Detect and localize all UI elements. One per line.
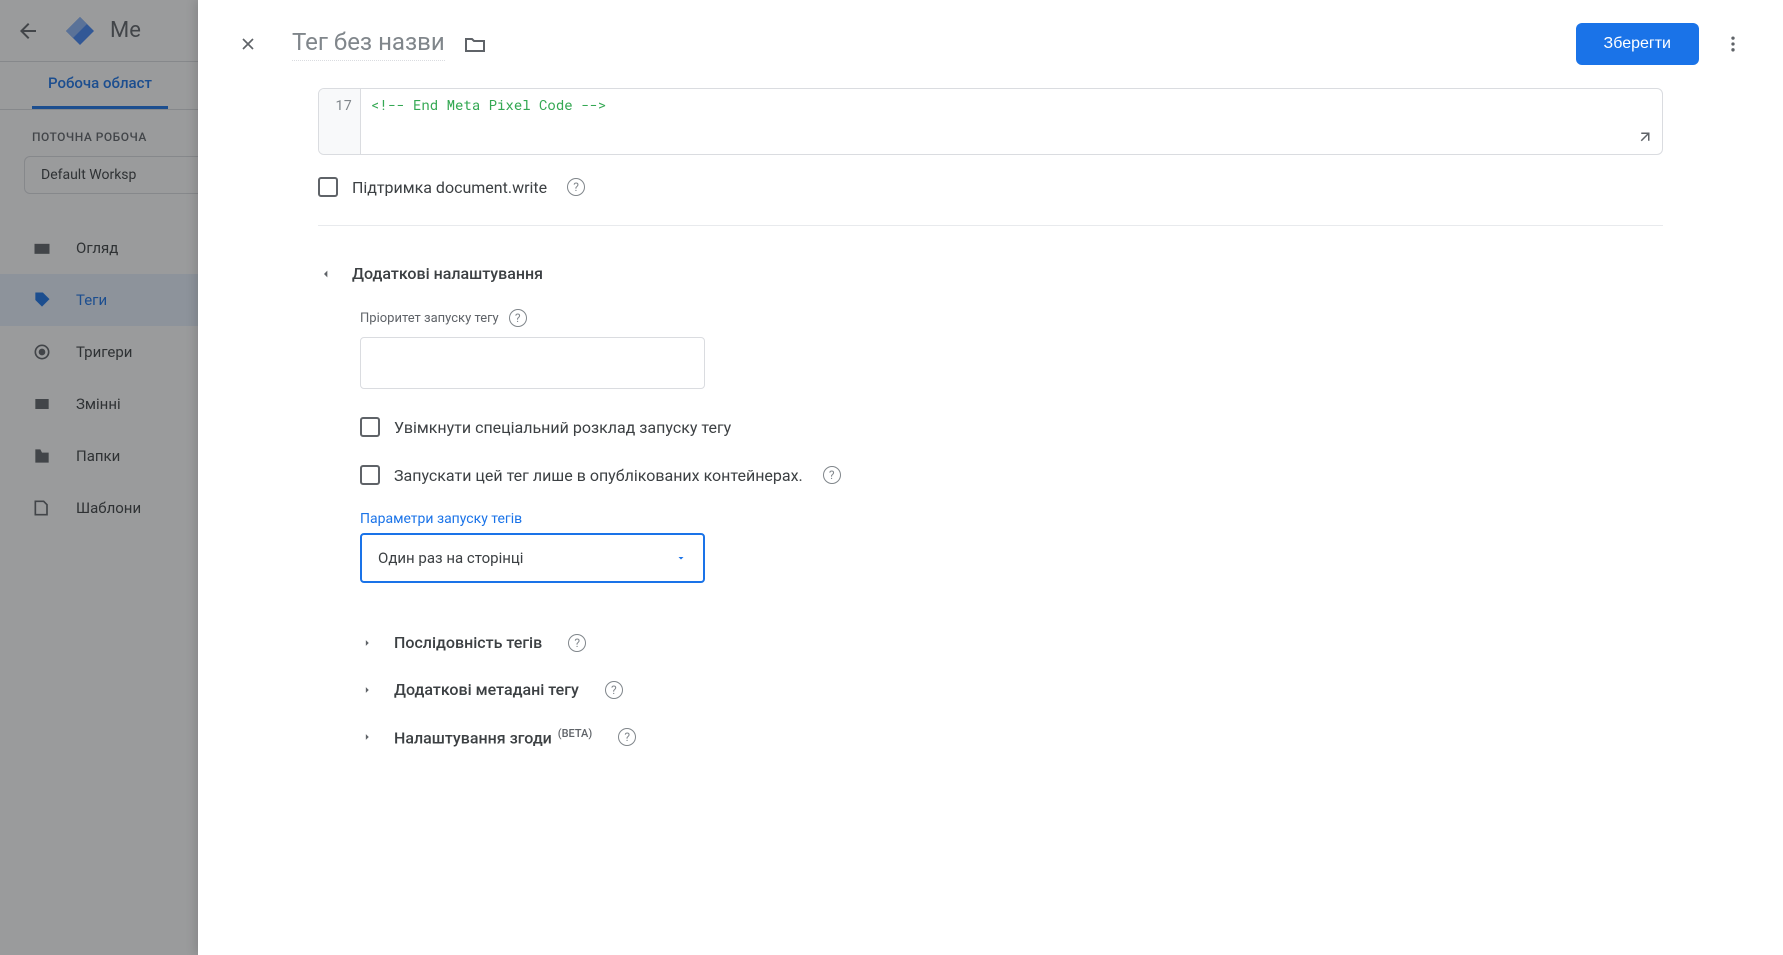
tag-sequencing-label: Послідовність тегів (394, 633, 542, 652)
chevron-right-icon (360, 683, 374, 697)
chevron-right-icon (360, 636, 374, 650)
firing-option-select[interactable]: Один раз на сторінці (360, 533, 705, 583)
additional-settings-toggle[interactable]: Додаткові налаштування (318, 254, 1663, 293)
save-button[interactable]: Зберегти (1576, 23, 1699, 65)
help-icon[interactable]: ? (568, 634, 586, 652)
firing-option-value: Один раз на сторінці (378, 549, 523, 567)
folder-button[interactable] (463, 32, 487, 56)
help-icon[interactable]: ? (509, 309, 527, 327)
line-number: 17 (319, 89, 361, 120)
tag-title-input[interactable]: Тег без назви (292, 28, 445, 61)
support-document-write-label: Підтримка document.write (352, 178, 547, 197)
dropdown-arrow-icon (675, 552, 687, 564)
help-icon[interactable]: ? (567, 178, 585, 196)
enable-schedule-checkbox[interactable] (360, 417, 380, 437)
chevron-right-icon (360, 730, 374, 744)
close-button[interactable] (228, 24, 268, 64)
folder-icon (463, 32, 487, 56)
consent-settings-toggle[interactable]: Налаштування згоди (BETA) ? (318, 713, 1663, 761)
priority-input[interactable] (360, 337, 705, 389)
chevron-down-icon (318, 266, 334, 282)
beta-badge: (BETA) (558, 727, 592, 740)
published-only-checkbox[interactable] (360, 465, 380, 485)
divider (318, 225, 1663, 226)
help-icon[interactable]: ? (605, 681, 623, 699)
published-only-label: Запускати цей тег лише в опублікованих к… (394, 466, 803, 485)
tag-editor-modal: Тег без назви Зберегти 17 <!-- End Meta … (198, 0, 1783, 955)
support-document-write-checkbox[interactable] (318, 177, 338, 197)
more-vert-icon (1723, 34, 1743, 54)
firing-params-label: Параметри запуску тегів (360, 511, 1663, 527)
more-menu-button[interactable] (1713, 24, 1753, 64)
code-content: <!-- End Meta Pixel Code --> (361, 89, 616, 120)
tag-metadata-toggle[interactable]: Додаткові метадані тегу ? (318, 666, 1663, 713)
tag-sequencing-toggle[interactable]: Послідовність тегів ? (318, 619, 1663, 666)
enable-schedule-label: Увімкнути спеціальний розклад запуску те… (394, 418, 731, 437)
help-icon[interactable]: ? (618, 728, 636, 746)
priority-label: Пріоритет запуску тегу ? (360, 309, 1663, 327)
tag-metadata-label: Додаткові метадані тегу (394, 680, 579, 699)
resize-handle-icon[interactable] (1636, 128, 1654, 146)
html-code-editor[interactable]: 17 <!-- End Meta Pixel Code --> (318, 88, 1663, 155)
close-icon (238, 34, 258, 54)
consent-settings-label: Налаштування згоди (BETA) (394, 727, 592, 747)
help-icon[interactable]: ? (823, 466, 841, 484)
additional-settings-title: Додаткові налаштування (352, 264, 543, 283)
